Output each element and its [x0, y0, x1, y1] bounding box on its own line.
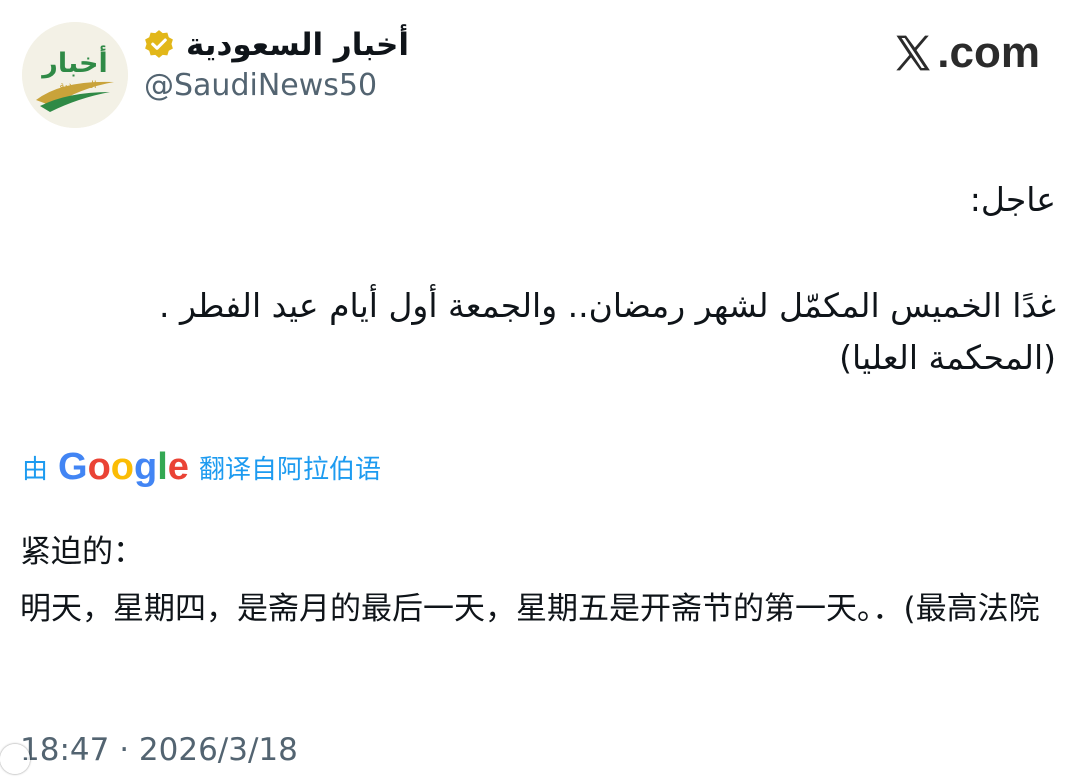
tweet-urgent-label: عاجل: [969, 180, 1056, 219]
google-letter: l [157, 446, 168, 488]
verified-badge-icon [142, 28, 176, 62]
tweet-source-line: (المحكمة العليا) [839, 338, 1056, 377]
google-letter: e [167, 446, 189, 488]
account-handle[interactable]: @SaudiNews50 [144, 68, 377, 103]
google-letter: o [110, 446, 135, 488]
google-letter: g [134, 446, 158, 488]
google-letter: G [58, 446, 88, 488]
translate-attribution[interactable]: 由 Google 翻译自阿拉伯语 [22, 446, 381, 489]
tweet-text-line: غدًا الخميس المكمّل لشهر رمضان.. والجمعة… [158, 286, 1056, 325]
translated-body: 明天，星期四，是斋月的最后一天，星期五是开斋节的第一天。．(最高法院 [20, 591, 1040, 627]
translated-title: 紧迫的： [20, 534, 144, 570]
google-logo-icon: Google [58, 446, 189, 489]
watermark-logo-icon [0, 744, 30, 774]
avatar[interactable]: أخبار السعودية [22, 22, 128, 128]
x-logo-icon [891, 31, 935, 75]
avatar-logo-subtext: السعودية [59, 80, 96, 91]
watermark [0, 744, 30, 774]
translate-suffix: 翻译自阿拉伯语 [198, 455, 381, 485]
site-branding: .com [891, 28, 1040, 78]
account-display-name: أخبار السعودية [186, 27, 409, 63]
google-letter: o [87, 446, 111, 488]
saudi-news-logo-icon: أخبار السعودية [22, 22, 128, 128]
avatar-logo-text: أخبار [40, 45, 107, 79]
site-label: .com [937, 28, 1040, 77]
tweet-timestamp[interactable]: 18:47 · 2026/3/18 [20, 732, 298, 768]
translate-prefix: 由 [22, 455, 49, 485]
display-name-row[interactable]: أخبار السعودية [142, 22, 409, 68]
